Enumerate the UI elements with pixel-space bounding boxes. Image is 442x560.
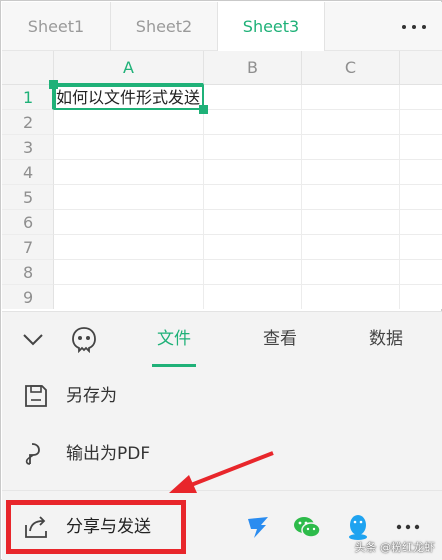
tab-data[interactable]: 数据 (354, 312, 418, 367)
row-header-4[interactable]: 4 (2, 160, 54, 185)
row-header-7[interactable]: 7 (2, 235, 54, 260)
row-header-6[interactable]: 6 (2, 210, 54, 235)
column-header-a[interactable]: A (54, 51, 204, 85)
spreadsheet-grid[interactable]: A B C 1 2 3 4 5 6 7 8 9 如何以文件形式发送 (2, 51, 442, 309)
panel-tabs: 文件 查看 数据 (2, 312, 442, 367)
cell-selection (54, 85, 204, 110)
emoji-face-icon[interactable] (70, 325, 98, 354)
tab-sheet1[interactable]: Sheet1 (2, 2, 110, 51)
row-header-9[interactable]: 9 (2, 285, 54, 309)
row-header-8[interactable]: 8 (2, 260, 54, 285)
column-header-b[interactable]: B (204, 51, 302, 85)
tab-sheet3[interactable]: Sheet3 (218, 2, 324, 51)
select-all-corner[interactable] (2, 51, 54, 85)
collapse-chevron-icon[interactable] (20, 328, 46, 350)
sheet-tabs: Sheet1 Sheet2 Sheet3 (2, 2, 442, 51)
row-header-2[interactable]: 2 (2, 110, 54, 135)
dingtalk-icon[interactable] (244, 513, 272, 541)
tab-view[interactable]: 查看 (248, 312, 312, 367)
selection-handle-start[interactable] (49, 80, 58, 89)
pdf-icon (22, 440, 50, 468)
column-header-next[interactable] (400, 51, 442, 85)
menu-export-pdf[interactable]: 输出为PDF (2, 425, 442, 483)
column-header-c[interactable]: C (302, 51, 400, 85)
more-icon[interactable] (396, 14, 432, 40)
share-send-label[interactable]: 分享与发送 (66, 513, 151, 541)
export-pdf-label: 输出为PDF (66, 444, 151, 464)
wechat-icon[interactable] (292, 513, 321, 541)
save-as-icon (22, 382, 50, 410)
tab-sheet2[interactable]: Sheet2 (111, 2, 217, 51)
bottom-tool-panel: 文件 查看 数据 另存为 输出为PDF 分享与发送 (2, 311, 442, 560)
qq-icon[interactable] (344, 513, 372, 541)
watermark: 头条 @粉红龙虾 (354, 541, 436, 554)
tab-file[interactable]: 文件 (142, 312, 206, 367)
selection-handle-end[interactable] (199, 105, 208, 114)
save-as-label: 另存为 (66, 386, 117, 406)
share-icon[interactable] (22, 513, 50, 541)
row-header-1[interactable]: 1 (2, 85, 54, 110)
app-window: Sheet1 Sheet2 Sheet3 A B C 1 2 3 4 5 6 7… (0, 0, 442, 560)
more-apps-icon[interactable] (394, 513, 422, 541)
menu-save-as[interactable]: 另存为 (2, 367, 442, 425)
row-header-3[interactable]: 3 (2, 135, 54, 160)
row-header-5[interactable]: 5 (2, 185, 54, 210)
